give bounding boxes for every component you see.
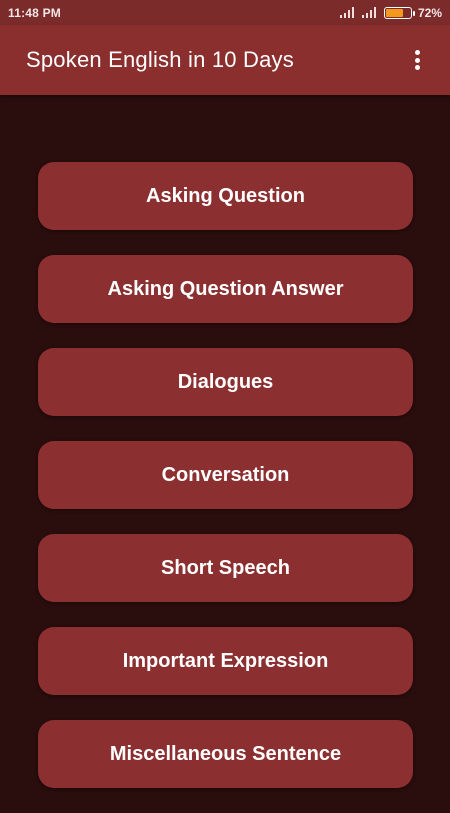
app-bar: Spoken English in 10 Days <box>0 25 450 95</box>
short-speech-button[interactable]: Short Speech <box>38 534 413 602</box>
miscellaneous-sentence-button[interactable]: Miscellaneous Sentence <box>38 720 413 788</box>
battery-icon <box>383 6 415 19</box>
conversation-button[interactable]: Conversation <box>38 441 413 509</box>
status-bar: 11:48 PM 72% <box>0 0 450 25</box>
battery-level <box>385 8 404 17</box>
signal-icon <box>361 7 378 18</box>
status-icons: 72% <box>339 5 442 20</box>
status-time: 11:48 PM <box>8 5 61 20</box>
signal-icon <box>339 7 356 18</box>
asking-question-answer-button[interactable]: Asking Question Answer <box>38 255 413 323</box>
overflow-menu-icon[interactable] <box>410 48 424 72</box>
asking-question-button[interactable]: Asking Question <box>38 162 413 230</box>
battery-percent: 72% <box>417 5 442 20</box>
dialogues-button[interactable]: Dialogues <box>38 348 413 416</box>
main-menu: Asking Question Asking Question Answer D… <box>38 162 413 813</box>
app-title: Spoken English in 10 Days <box>26 47 294 72</box>
important-expression-button[interactable]: Important Expression <box>38 627 413 695</box>
